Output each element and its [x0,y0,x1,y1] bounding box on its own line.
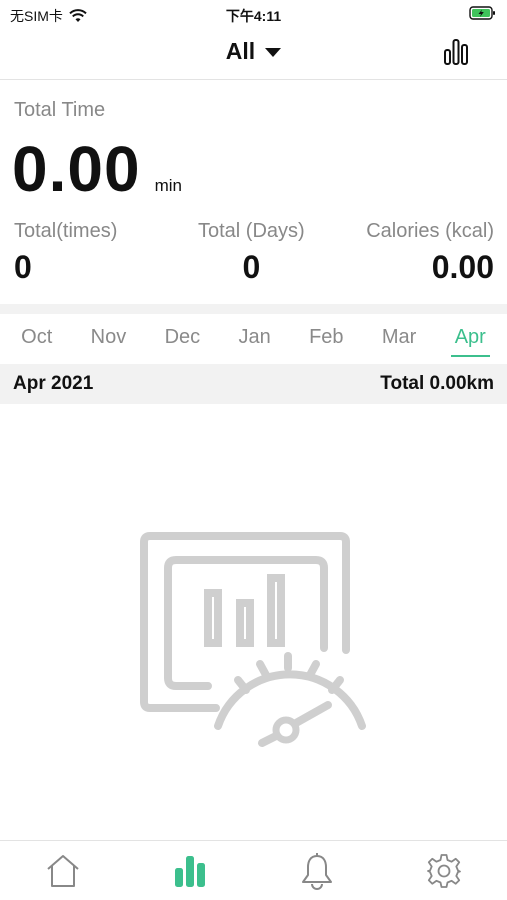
stat-label: Total(times) [14,220,118,242]
tab-stats[interactable] [170,851,210,891]
header: All [0,30,507,80]
empty-report-speedometer-icon [140,532,366,747]
total-time-value: 0.00 [12,133,141,205]
home-icon [47,854,80,887]
summary-panel: Total Time 0.00 min Total(times) 0 Total… [0,80,507,304]
stat-value: 0 [242,249,261,285]
month-selector: Oct Nov Dec Jan Feb Mar Apr [0,314,507,364]
section-divider [0,304,507,314]
stat-value: 0 [14,249,32,285]
stat-total-times: Total(times) 0 [14,220,117,286]
stat-total-days: Total (Days) 0 [198,220,305,286]
stat-value: 0.00 [431,249,494,285]
bar-chart-icon [175,855,206,887]
activity-filter-dropdown[interactable]: All [0,38,507,65]
month-tab-feb[interactable]: Feb [305,320,347,359]
bar-chart-icon [444,39,468,65]
bottom-tab-bar [0,840,507,900]
tab-home[interactable] [43,851,83,891]
month-tab-oct[interactable]: Oct [17,320,56,359]
gear-icon [426,853,461,888]
stat-calories: Calories (kcal) 0.00 [366,220,494,286]
bell-icon [301,852,332,890]
filter-label: All [225,38,256,64]
month-tab-nov[interactable]: Nov [87,320,131,359]
battery-charging-icon [469,6,495,20]
period-summary-bar: Apr 2021 Total 0.00km [0,364,507,404]
tab-notifications[interactable] [297,851,337,891]
month-tab-mar[interactable]: Mar [378,320,420,359]
total-time: 0.00 min [12,132,182,206]
period-total: Total 0.00km [380,373,494,394]
status-right [469,5,497,24]
stat-label: Calories (kcal) [366,220,494,242]
tab-settings[interactable] [424,851,464,891]
month-tab-jan[interactable]: Jan [234,320,274,359]
month-tab-apr[interactable]: Apr [450,320,490,359]
caret-down-icon [265,48,282,57]
period-label: Apr 2021 [13,373,94,394]
stat-label: Total (Days) [198,220,305,242]
status-time: 下午4:11 [225,8,282,24]
month-tab-dec[interactable]: Dec [161,320,205,359]
status-bar: 无SIM卡 下午4:11 [0,0,507,30]
total-time-label: Total Time [14,99,106,121]
chart-view-button[interactable] [441,37,471,67]
total-time-unit: min [154,176,182,195]
